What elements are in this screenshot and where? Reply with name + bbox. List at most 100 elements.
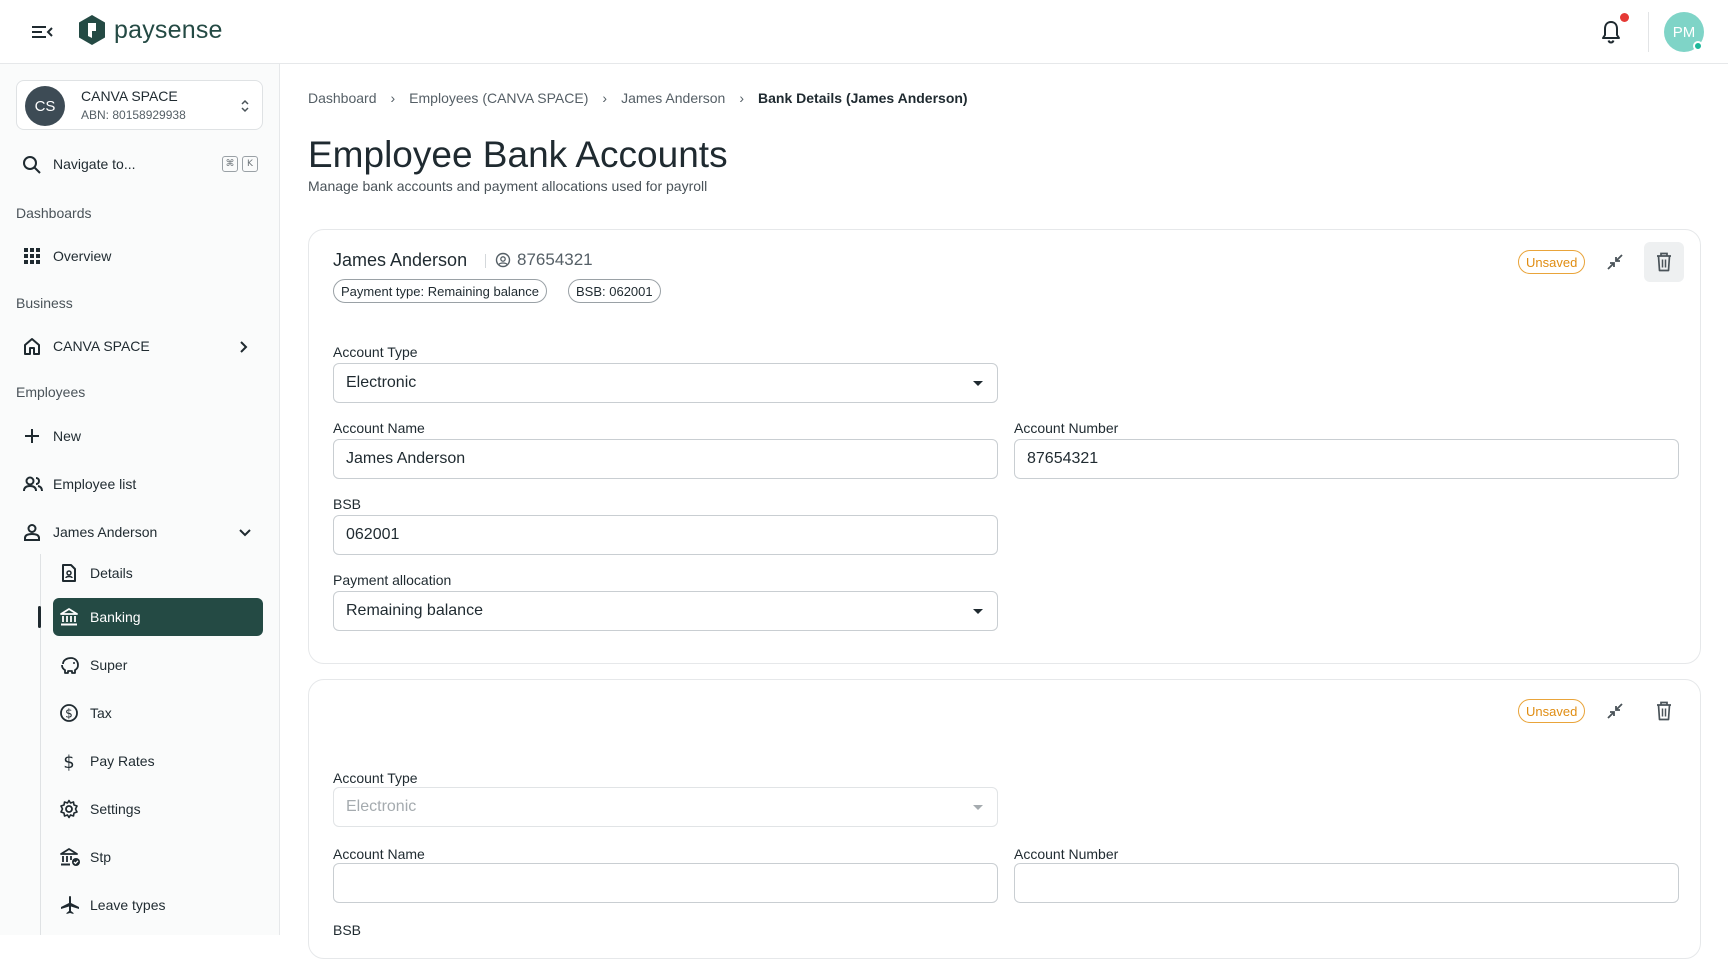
collapse-icon [1607,254,1623,270]
sidebar-item-employee-list[interactable]: Employee list [16,466,263,502]
payment-allocation-label: Payment allocation [333,572,452,588]
sidebar-subitem-label: Super [90,657,128,673]
sidebar-item-label: CANVA SPACE [53,338,150,354]
payment-allocation-select[interactable]: Remaining balance [333,591,998,631]
account-circle-icon [495,252,511,268]
notification-bell-icon[interactable] [1597,18,1625,46]
delete-button[interactable] [1644,242,1684,282]
sidebar-item-business[interactable]: CANVA SPACE [16,328,263,364]
trash-icon [1657,701,1671,721]
sidebar-subitem-label: Leave types [90,897,166,913]
gear-icon [60,799,78,819]
organization-switcher[interactable]: CS CANVA SPACE ABN: 80158929938 [16,80,263,130]
sidebar-item-new[interactable]: New [16,418,263,454]
payment-allocation-value: Remaining balance [346,602,483,619]
chevron-updown-icon [241,99,249,113]
navigate-search[interactable]: Navigate to... ⌘ K [16,150,263,178]
sidebar-item-overview[interactable]: Overview [16,238,263,274]
chevron-right-icon [240,341,248,353]
dropdown-arrow-icon [973,381,983,386]
bank-account-card-1: James Anderson 87654321 Payment type: Re… [308,229,1701,664]
home-icon [24,338,40,355]
org-abn: ABN: 80158929938 [81,108,186,122]
sidebar-item-label: Overview [53,248,112,264]
menu-collapse-icon[interactable] [30,20,56,44]
account-number-label: Account Number [1014,846,1119,862]
account-name-input[interactable] [333,439,998,479]
account-number-input[interactable] [1014,439,1679,479]
bank-account-card-2: Unsaved Account Type Electronic Account … [308,679,1701,959]
breadcrumb: Dashboard › Employees (CANVA SPACE) › Ja… [308,90,968,106]
sidebar-subitem-pay-rates[interactable]: $ Pay Rates [53,742,263,780]
brand-name: paysense [114,15,223,44]
kbd-cmd: ⌘ [222,156,238,172]
account-number-input[interactable] [1014,863,1679,903]
chevron-right-icon: › [602,90,608,106]
active-indicator [38,606,41,628]
sidebar-subitem-label: Pay Rates [90,753,155,769]
collapse-button[interactable] [1595,691,1635,731]
sidebar-subitem-label: Tax [90,705,112,721]
account-number-summary: 87654321 [495,250,593,270]
sidebar: CS CANVA SPACE ABN: 80158929938 Navigate… [0,64,280,935]
sidebar-item-employee[interactable]: James Anderson [16,514,263,550]
sidebar-subitem-settings[interactable]: Settings [53,790,263,828]
sidebar-subitem-label: Banking [90,609,141,625]
notification-badge [1620,13,1629,22]
sidebar-subitem-details[interactable]: Details [53,554,263,592]
sidebar-item-label: James Anderson [53,524,158,540]
dropdown-arrow-icon [973,609,983,614]
grid-icon [24,248,40,264]
paysense-logo-icon [79,15,105,45]
org-avatar: CS [25,86,65,126]
sidebar-subitem-label: Settings [90,801,141,817]
account-type-select[interactable]: Electronic [333,363,998,403]
sidebar-subitem-leave-types[interactable]: Leave types [53,886,263,924]
bsb-input[interactable] [333,515,998,555]
sidebar-item-label: Employee list [53,476,137,492]
sidebar-item-label: New [53,428,82,444]
chevron-right-icon: › [390,90,396,106]
account-number-text: 87654321 [517,250,593,269]
unsaved-badge: Unsaved [1518,699,1586,723]
collapse-button[interactable] [1595,242,1635,282]
sidebar-subitem-stp[interactable]: Stp [53,838,263,876]
account-name-input[interactable] [333,863,998,903]
online-status-dot [1693,41,1703,51]
chevron-right-icon: › [739,90,745,106]
brand-logo[interactable]: paysense [78,14,223,46]
divider [485,254,486,268]
account-holder-name: James Anderson [333,250,468,270]
bsb-chip: BSB: 062001 [568,279,661,303]
section-business: Business [16,295,73,311]
dollar-icon: $ [63,752,74,771]
account-name-label: Account Name [333,420,425,436]
breadcrumb-employee[interactable]: James Anderson [621,90,725,106]
account-type-select[interactable]: Electronic [333,787,998,827]
top-divider [1648,12,1649,52]
breadcrumb-employees[interactable]: Employees (CANVA SPACE) [409,90,588,106]
piggy-bank-icon [61,657,79,674]
svg-text:$: $ [65,707,73,721]
navigate-label: Navigate to... [53,156,136,172]
org-name: CANVA SPACE [81,88,178,104]
dollar-circle-icon: $ [60,704,78,722]
breadcrumb-dashboard[interactable]: Dashboard [308,90,377,106]
account-name-label: Account Name [333,846,425,862]
sidebar-subitem-banking[interactable]: Banking [53,598,263,636]
kbd-k: K [242,156,258,172]
payment-type-chip: Payment type: Remaining balance [333,279,548,303]
sidebar-subitem-super[interactable]: Super [53,646,263,684]
breadcrumb-current: Bank Details (James Anderson) [758,90,968,106]
bsb-label: BSB [333,922,362,938]
document-icon [62,564,76,582]
sidebar-subitem-tax[interactable]: $ Tax [53,694,263,732]
section-dashboards: Dashboards [16,205,92,221]
person-icon [24,524,40,541]
search-icon [23,156,41,174]
delete-button[interactable] [1644,691,1684,731]
section-employees: Employees [16,384,86,400]
unsaved-badge: Unsaved [1518,250,1586,274]
dropdown-arrow-icon [973,805,983,810]
svg-text:$: $ [63,752,74,771]
